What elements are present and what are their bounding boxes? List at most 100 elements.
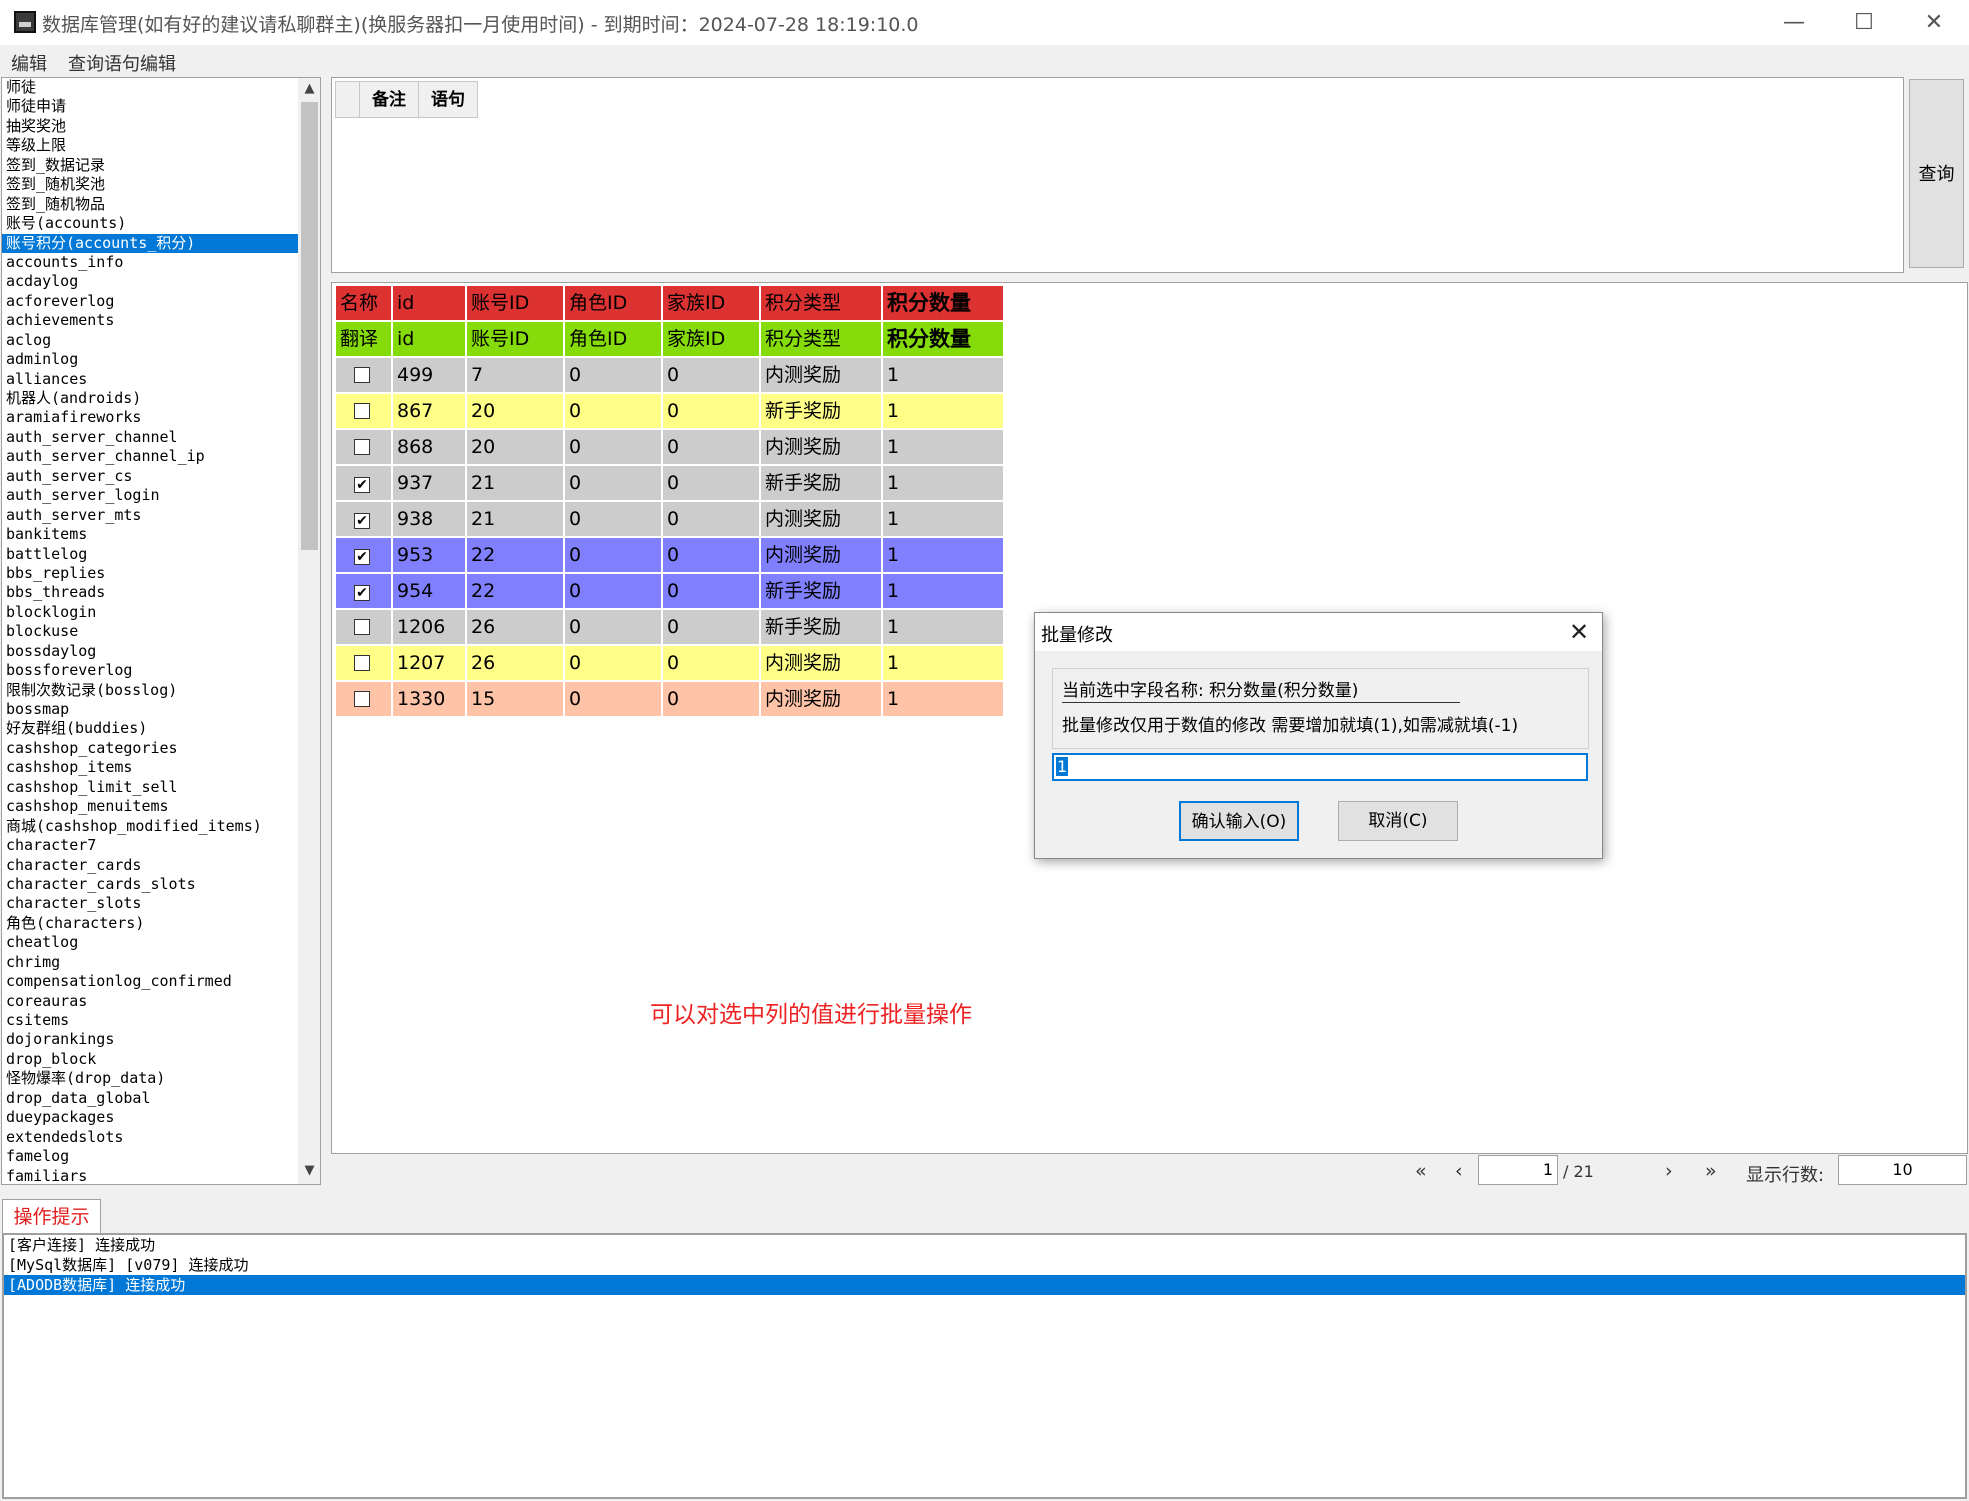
cell-char[interactable]: 0: [565, 394, 661, 428]
header-cell[interactable]: 积分类型: [761, 322, 881, 356]
cell-family[interactable]: 0: [663, 682, 759, 716]
cell-account[interactable]: 22: [467, 538, 563, 572]
cell-type[interactable]: 内测奖励: [761, 358, 881, 392]
header-cell[interactable]: 名称: [336, 286, 391, 320]
cell-type[interactable]: 新手奖励: [761, 394, 881, 428]
log-line[interactable]: [MySql数据库] [v079] 连接成功: [4, 1255, 1965, 1275]
table-list-item[interactable]: cashshop_items: [2, 758, 298, 777]
cell-account[interactable]: 7: [467, 358, 563, 392]
cell-amount[interactable]: 1: [883, 574, 1003, 608]
cell-amount[interactable]: 1: [883, 682, 1003, 716]
cell-account[interactable]: 26: [467, 646, 563, 680]
cell-family[interactable]: 0: [663, 358, 759, 392]
cell-family[interactable]: 0: [663, 538, 759, 572]
cell-family[interactable]: 0: [663, 502, 759, 536]
cell-id[interactable]: 938: [393, 502, 465, 536]
menu-query-edit[interactable]: 查询语句编辑: [68, 50, 176, 76]
dialog-close-icon[interactable]: ✕: [1562, 615, 1596, 649]
cell-type[interactable]: 内测奖励: [761, 538, 881, 572]
cell-family[interactable]: 0: [663, 610, 759, 644]
table-list-item[interactable]: auth_server_channel_ip: [2, 447, 298, 466]
checkbox[interactable]: [354, 367, 370, 383]
table-row[interactable]: 868 20 0 0 内测奖励 1: [335, 429, 1004, 465]
table-list-item[interactable]: bbs_threads: [2, 583, 298, 602]
table-list-item[interactable]: dueypackages: [2, 1108, 298, 1127]
cell-id[interactable]: 499: [393, 358, 465, 392]
table-list-item[interactable]: accounts_info: [2, 253, 298, 272]
rows-per-page-input[interactable]: 10: [1838, 1155, 1967, 1185]
header-cell[interactable]: 家族ID: [663, 322, 759, 356]
table-list-item[interactable]: blocklogin: [2, 603, 298, 622]
table-list-item[interactable]: battlelog: [2, 545, 298, 564]
cell-type[interactable]: 新手奖励: [761, 466, 881, 500]
table-list-item[interactable]: acforeverlog: [2, 292, 298, 311]
minimize-button[interactable]: —: [1759, 0, 1829, 45]
scroll-down-icon[interactable]: ▼: [298, 1160, 320, 1182]
table-list-item[interactable]: aramiafireworks: [2, 408, 298, 427]
prev-page-button[interactable]: ‹: [1455, 1160, 1463, 1182]
dialog-value-input[interactable]: 1: [1052, 753, 1588, 781]
table-list-scrollbar[interactable]: ▲ ▼: [298, 78, 320, 1184]
table-list-item[interactable]: 抽奖奖池: [2, 117, 298, 136]
table-list-item[interactable]: 账号(accounts): [2, 214, 298, 233]
table-list-item[interactable]: alliances: [2, 370, 298, 389]
table-list-item[interactable]: auth_server_channel: [2, 428, 298, 447]
cell-type[interactable]: 内测奖励: [761, 646, 881, 680]
header-cell[interactable]: id: [393, 322, 465, 356]
table-list-item[interactable]: auth_server_cs: [2, 467, 298, 486]
checkbox[interactable]: [354, 619, 370, 635]
table-list-item[interactable]: adminlog: [2, 350, 298, 369]
table-list-item[interactable]: csitems: [2, 1011, 298, 1030]
table-list-item[interactable]: 签到_随机奖池: [2, 175, 298, 194]
table-list-item[interactable]: bossforeverlog: [2, 661, 298, 680]
table-list-item[interactable]: bossdaylog: [2, 642, 298, 661]
table-list-item[interactable]: famelog: [2, 1147, 298, 1166]
table-list-item[interactable]: 师徒申请: [2, 97, 298, 116]
cell-id[interactable]: 1207: [393, 646, 465, 680]
table-list[interactable]: 师徒 师徒申请 抽奖奖池 等级上限 签到_数据记录 签到_随机奖池 签到_随机物品 账号(ac…: [1, 77, 321, 1185]
menu-edit[interactable]: 编辑: [11, 50, 47, 76]
cell-account[interactable]: 20: [467, 394, 563, 428]
table-list-item[interactable]: cashshop_menuitems: [2, 797, 298, 816]
header-cell-selected[interactable]: 积分数量: [883, 286, 1003, 320]
table-list-item[interactable]: achievements: [2, 311, 298, 330]
table-list-item[interactable]: blockuse: [2, 622, 298, 641]
cell-char[interactable]: 0: [565, 610, 661, 644]
cell-amount[interactable]: 1: [883, 610, 1003, 644]
cell-family[interactable]: 0: [663, 646, 759, 680]
cell-char[interactable]: 0: [565, 466, 661, 500]
table-list-item[interactable]: 机器人(androids): [2, 389, 298, 408]
cell-id[interactable]: 1330: [393, 682, 465, 716]
table-list-item[interactable]: drop_block: [2, 1050, 298, 1069]
table-row[interactable]: ✔ 937 21 0 0 新手奖励 1: [335, 465, 1004, 501]
checkbox-checked[interactable]: ✔: [354, 513, 370, 529]
table-list-item[interactable]: auth_server_login: [2, 486, 298, 505]
header-cell[interactable]: id: [393, 286, 465, 320]
cell-amount[interactable]: 1: [883, 394, 1003, 428]
cell-account[interactable]: 22: [467, 574, 563, 608]
checkbox[interactable]: [354, 439, 370, 455]
table-list-item[interactable]: character_cards_slots: [2, 875, 298, 894]
table-row[interactable]: 1206 26 0 0 新手奖励 1: [335, 609, 1004, 645]
checkbox-checked[interactable]: ✔: [354, 549, 370, 565]
cancel-button[interactable]: 取消(C): [1338, 801, 1458, 841]
cell-type[interactable]: 内测奖励: [761, 682, 881, 716]
cell-id[interactable]: 937: [393, 466, 465, 500]
cell-id[interactable]: 1206: [393, 610, 465, 644]
log-line[interactable]: [客户连接] 连接成功: [4, 1235, 1965, 1255]
table-row[interactable]: 1330 15 0 0 内测奖励 1: [335, 681, 1004, 717]
cell-type[interactable]: 内测奖励: [761, 430, 881, 464]
header-cell[interactable]: 家族ID: [663, 286, 759, 320]
table-row[interactable]: ✔ 953 22 0 0 内测奖励 1: [335, 537, 1004, 573]
cell-account[interactable]: 21: [467, 502, 563, 536]
table-list-item[interactable]: aclog: [2, 331, 298, 350]
cell-id[interactable]: 953: [393, 538, 465, 572]
header-cell[interactable]: 积分类型: [761, 286, 881, 320]
table-list-item[interactable]: 签到_数据记录: [2, 156, 298, 175]
table-list-item[interactable]: bbs_replies: [2, 564, 298, 583]
cell-char[interactable]: 0: [565, 430, 661, 464]
tab-remark[interactable]: 备注: [359, 81, 419, 118]
table-list-item[interactable]: drop_data_global: [2, 1089, 298, 1108]
page-input[interactable]: 1: [1478, 1155, 1558, 1185]
table-list-item[interactable]: character7: [2, 836, 298, 855]
